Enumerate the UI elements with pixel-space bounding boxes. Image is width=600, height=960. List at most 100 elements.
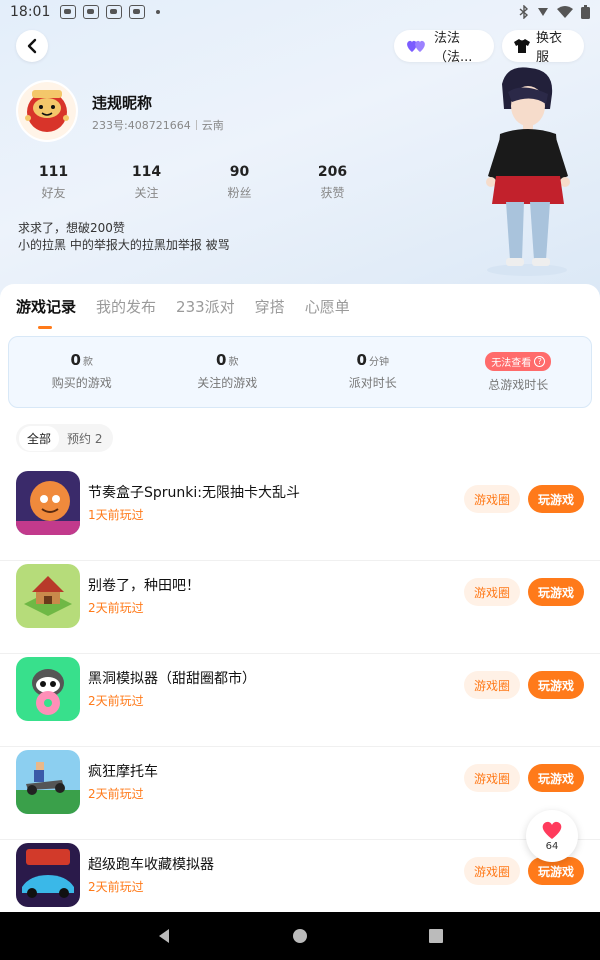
tab-game-records[interactable]: 游戏记录 bbox=[16, 296, 76, 329]
profile-stats: 111 好友 114 关注 90 粉丝 206 获赞 bbox=[0, 164, 400, 201]
game-icon-motorcycle[interactable] bbox=[16, 750, 80, 814]
summary-value: 0 bbox=[70, 351, 81, 369]
stat-following[interactable]: 114 关注 bbox=[100, 164, 193, 201]
back-triangle-icon[interactable] bbox=[156, 928, 172, 944]
uid-line: 233号:408721664 云南 bbox=[92, 117, 224, 133]
location: 云南 bbox=[201, 119, 224, 132]
bio: 求求了，想破200赞 小的拉黑 中的举报大的拉黑加举报 被骂 bbox=[18, 220, 230, 254]
game-icon-black-hole[interactable] bbox=[16, 657, 80, 721]
home-circle-icon[interactable] bbox=[292, 928, 308, 944]
tab-outfits[interactable]: 穿搭 bbox=[255, 296, 285, 317]
notification-icon bbox=[106, 5, 123, 19]
summary-value: 0 bbox=[356, 351, 367, 369]
summary-value: 0 bbox=[216, 351, 227, 369]
stat-label: 获赞 bbox=[320, 186, 345, 200]
game-name: 节奏盒子Sprunki:无限抽卡大乱斗 bbox=[88, 485, 300, 501]
hearts-icon bbox=[406, 39, 428, 53]
battery-icon bbox=[581, 5, 590, 19]
game-list: 节奏盒子Sprunki:无限抽卡大乱斗 1天前玩过 游戏圈 玩游戏 别卷了，种田… bbox=[0, 468, 600, 912]
notification-icon bbox=[60, 5, 77, 19]
summary-unit: 分钟 bbox=[368, 357, 389, 368]
game-row[interactable]: 节奏盒子Sprunki:无限抽卡大乱斗 1天前玩过 游戏圈 玩游戏 bbox=[0, 468, 600, 561]
game-circle-button[interactable]: 游戏圈 bbox=[464, 857, 520, 885]
stat-label: 关注 bbox=[134, 186, 159, 200]
status-bar: 18:01 bbox=[0, 0, 600, 24]
last-played: 2天前玩过 bbox=[88, 880, 144, 894]
stat-label: 粉丝 bbox=[227, 186, 252, 200]
game-circle-button[interactable]: 游戏圈 bbox=[464, 671, 520, 699]
back-button[interactable] bbox=[16, 30, 48, 62]
game-row[interactable]: 超级跑车收藏模拟器 2天前玩过 游戏圈 玩游戏 bbox=[0, 840, 600, 912]
summary-unit: 款 bbox=[228, 357, 239, 368]
more-notifications-icon bbox=[156, 10, 161, 14]
game-circle-button[interactable]: 游戏圈 bbox=[464, 485, 520, 513]
avatar[interactable] bbox=[16, 80, 78, 142]
filter-reserved[interactable]: 预约 2 bbox=[59, 426, 110, 451]
game-circle-button[interactable]: 游戏圈 bbox=[464, 764, 520, 792]
summary-bought[interactable]: 0款 购买的游戏 bbox=[9, 337, 155, 407]
question-icon: ? bbox=[534, 356, 546, 367]
like-count: 64 bbox=[545, 841, 559, 852]
stat-label: 好友 bbox=[41, 186, 66, 200]
stat-number: 90 bbox=[229, 164, 250, 180]
game-row[interactable]: 黑洞模拟器（甜甜圈都市） 2天前玩过 游戏圈 玩游戏 bbox=[0, 654, 600, 747]
summary-unit: 款 bbox=[82, 357, 93, 368]
recents-square-icon[interactable] bbox=[428, 928, 444, 944]
play-game-button[interactable]: 玩游戏 bbox=[528, 578, 584, 606]
stat-fans[interactable]: 90 粉丝 bbox=[193, 164, 286, 201]
tab-my-posts[interactable]: 我的发布 bbox=[96, 296, 156, 317]
system-nav-bar bbox=[0, 912, 600, 960]
stat-number: 206 bbox=[317, 164, 348, 180]
notification-icon bbox=[83, 5, 100, 19]
last-played: 2天前玩过 bbox=[88, 787, 144, 801]
last-played: 1天前玩过 bbox=[88, 508, 144, 522]
bio-line: 小的拉黑 中的举报大的拉黑加举报 被骂 bbox=[18, 238, 230, 252]
filter-segment: 全部 预约 2 bbox=[16, 424, 114, 452]
stat-number: 114 bbox=[131, 164, 162, 180]
game-circle-button[interactable]: 游戏圈 bbox=[464, 578, 520, 606]
change-clothes-label: 换衣服 bbox=[536, 31, 563, 65]
game-name: 黑洞模拟器（甜甜圈都市） bbox=[88, 671, 256, 687]
play-game-button[interactable]: 玩游戏 bbox=[528, 485, 584, 513]
change-clothes-button[interactable]: 换衣服 bbox=[502, 30, 584, 65]
game-icon-farm[interactable] bbox=[16, 564, 80, 628]
badge-label: 无法查看 bbox=[491, 358, 532, 369]
game-summary: 0款 购买的游戏 0款 关注的游戏 0 分钟 派对时长 无法查看? 总游戏时长 bbox=[8, 336, 592, 408]
game-name: 疯狂摩托车 bbox=[88, 764, 158, 780]
signal-icon bbox=[538, 8, 548, 16]
filter-all[interactable]: 全部 bbox=[19, 425, 60, 451]
tab-wishlist[interactable]: 心愿单 bbox=[305, 296, 350, 317]
summary-label: 派对时长 bbox=[348, 376, 397, 390]
tab-233-party[interactable]: 233派对 bbox=[176, 296, 235, 317]
play-game-button[interactable]: 玩游戏 bbox=[528, 671, 584, 699]
notification-icon bbox=[129, 5, 146, 19]
game-name: 别卷了，种田吧！ bbox=[88, 578, 200, 594]
shirt-icon bbox=[514, 39, 530, 53]
game-row[interactable]: 疯狂摩托车 2天前玩过 游戏圈 玩游戏 bbox=[0, 747, 600, 840]
stat-friends[interactable]: 111 好友 bbox=[7, 164, 100, 201]
game-row[interactable]: 别卷了，种田吧！ 2天前玩过 游戏圈 玩游戏 bbox=[0, 561, 600, 654]
play-game-button[interactable]: 玩游戏 bbox=[528, 764, 584, 792]
summary-total-time[interactable]: 无法查看? 总游戏时长 bbox=[446, 337, 592, 407]
game-icon-sprunki[interactable] bbox=[16, 471, 80, 535]
heart-icon bbox=[542, 821, 562, 839]
stat-number: 111 bbox=[38, 164, 69, 180]
friend-pill-button[interactable]: 法法（法... bbox=[394, 30, 494, 65]
summary-followed[interactable]: 0款 关注的游戏 bbox=[155, 337, 301, 407]
like-floating-button[interactable]: 64 bbox=[526, 810, 578, 862]
uid: 233号:408721664 bbox=[92, 119, 191, 132]
tab-bar: 游戏记录 我的发布 233派对 穿搭 心愿单 bbox=[16, 296, 350, 329]
wifi-icon bbox=[557, 6, 573, 18]
game-icon-supercar[interactable] bbox=[16, 843, 80, 907]
avatar-character[interactable] bbox=[472, 64, 582, 278]
stat-likes[interactable]: 206 获赞 bbox=[286, 164, 379, 201]
game-name: 超级跑车收藏模拟器 bbox=[88, 857, 214, 873]
bio-line: 求求了，想破200赞 bbox=[18, 221, 125, 235]
nickname: 违规昵称 bbox=[92, 94, 153, 112]
status-time: 18:01 bbox=[10, 4, 51, 20]
content-card: 游戏记录 我的发布 233派对 穿搭 心愿单 0款 购买的游戏 0款 关注的游戏… bbox=[0, 284, 600, 912]
summary-party-time[interactable]: 0 分钟 派对时长 bbox=[300, 337, 446, 407]
summary-label: 总游戏时长 bbox=[488, 378, 549, 392]
unavailable-badge[interactable]: 无法查看? bbox=[485, 352, 552, 371]
chevron-left-icon bbox=[27, 38, 37, 54]
